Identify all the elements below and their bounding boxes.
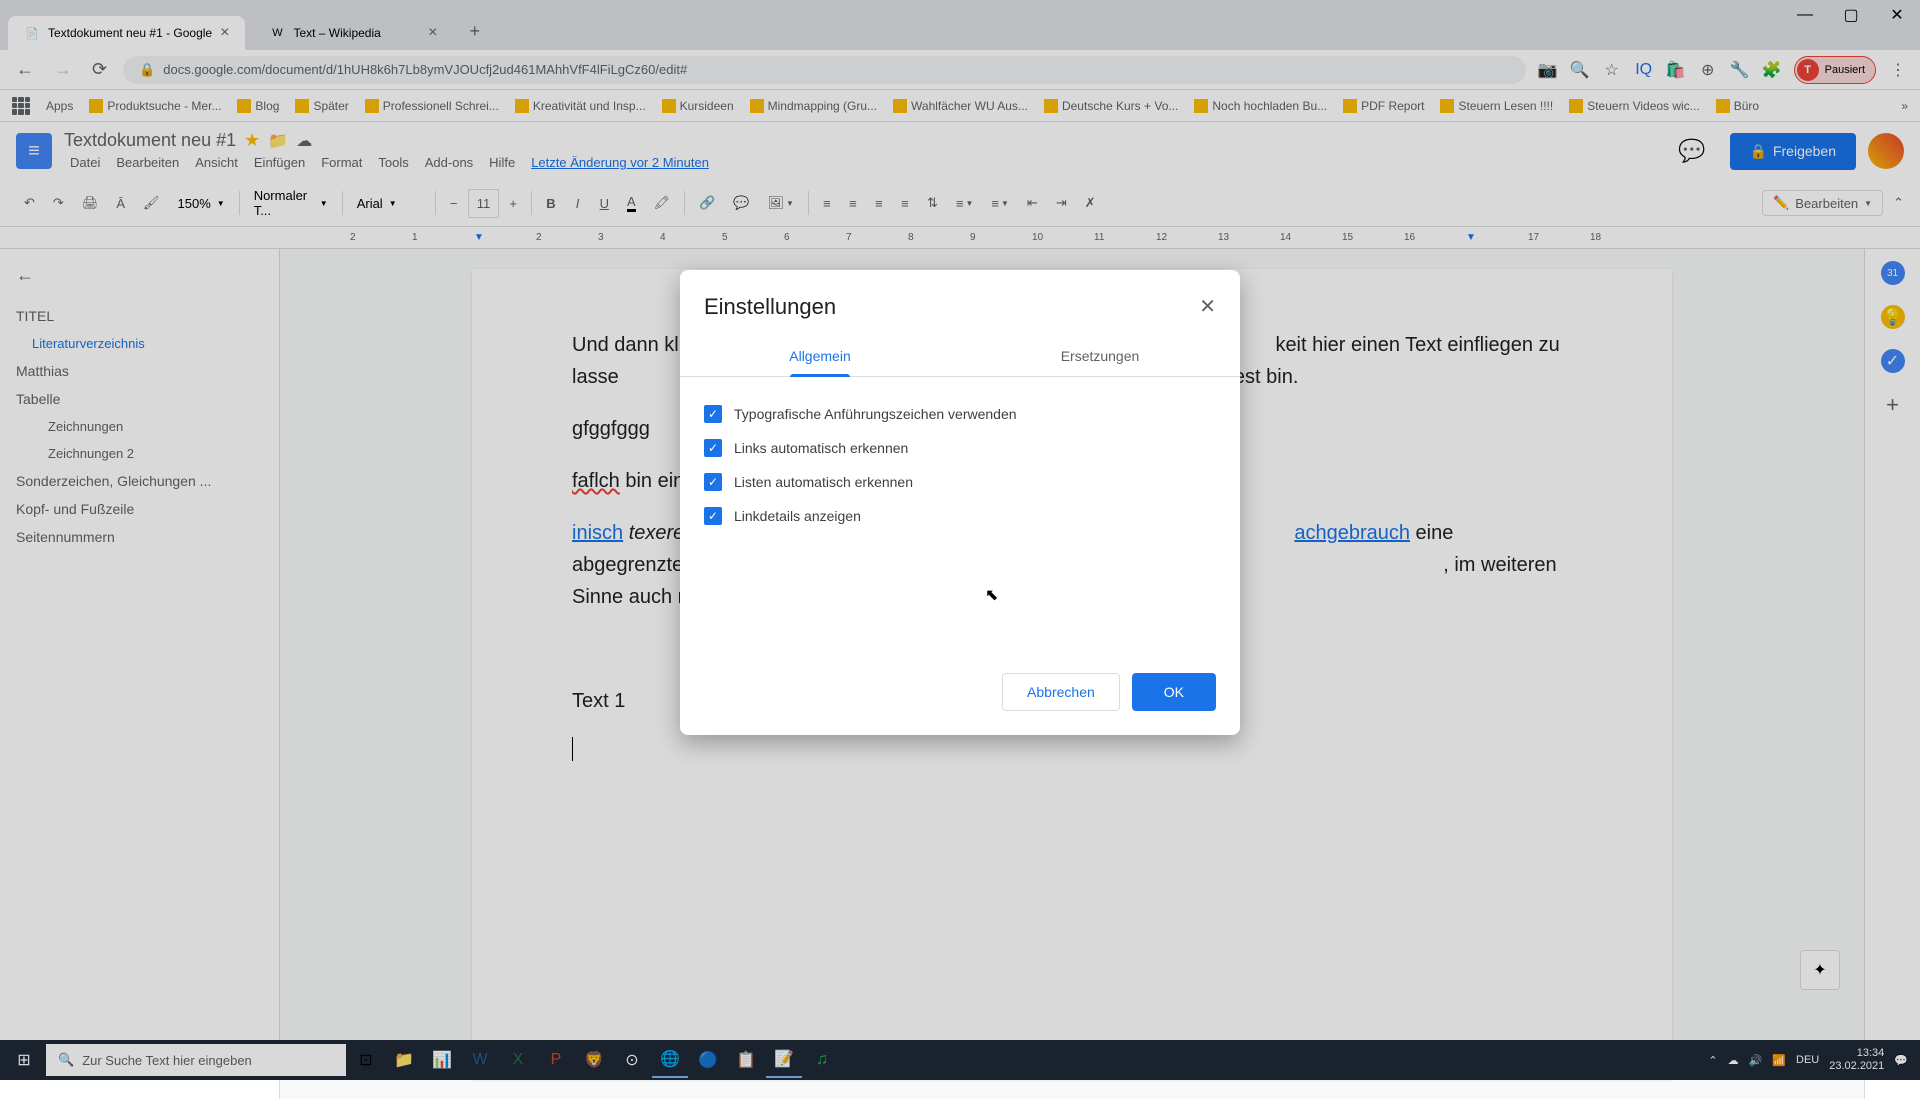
checkbox-label: Typografische Anführungszeichen verwende… <box>734 406 1017 422</box>
checkbox-detect-links[interactable]: ✓ <box>704 439 722 457</box>
settings-dialog: Einstellungen ✕ Allgemein Ersetzungen ✓ … <box>680 270 1240 735</box>
checkbox-link-details[interactable]: ✓ <box>704 507 722 525</box>
tab-substitutions[interactable]: Ersetzungen <box>960 336 1240 376</box>
cancel-button[interactable]: Abbrechen <box>1002 673 1120 711</box>
close-icon[interactable]: ✕ <box>1199 294 1216 319</box>
dialog-title: Einstellungen <box>704 294 836 320</box>
close-window-button[interactable]: ✕ <box>1874 0 1920 30</box>
checkbox-label: Listen automatisch erkennen <box>734 474 913 490</box>
checkbox-label: Linkdetails anzeigen <box>734 508 861 524</box>
checkbox-detect-lists[interactable]: ✓ <box>704 473 722 491</box>
mouse-cursor: ⬉ <box>985 585 998 605</box>
tab-general[interactable]: Allgemein <box>680 336 960 376</box>
minimize-button[interactable]: — <box>1782 0 1828 30</box>
checkbox-label: Links automatisch erkennen <box>734 440 908 456</box>
checkbox-smart-quotes[interactable]: ✓ <box>704 405 722 423</box>
ok-button[interactable]: OK <box>1132 673 1216 711</box>
maximize-button[interactable]: ▢ <box>1828 0 1874 30</box>
